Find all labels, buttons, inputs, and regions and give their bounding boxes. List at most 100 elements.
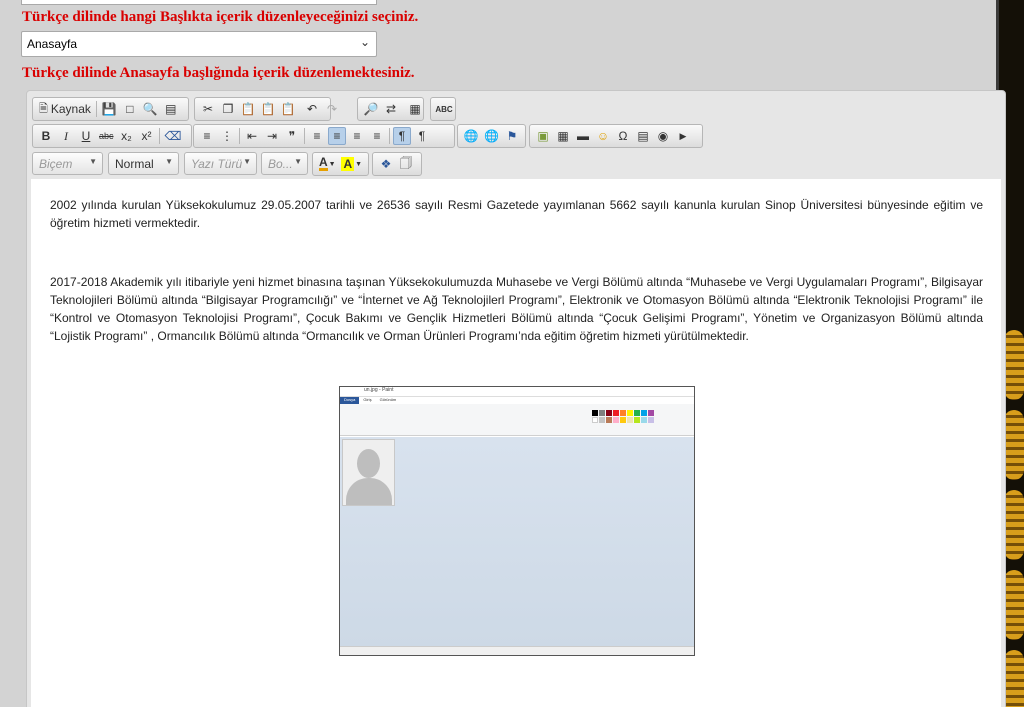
paste-text-icon[interactable]: 📋 <box>259 100 277 118</box>
special-char-icon[interactable]: Ω <box>614 127 632 145</box>
background-light <box>1004 570 1024 640</box>
ltr-icon[interactable]: ¶ <box>393 127 411 145</box>
subscript-button[interactable]: x₂ <box>118 127 136 145</box>
format-combo-label: Biçem <box>39 157 73 171</box>
dropdown-arrow-icon: ▼ <box>89 157 97 166</box>
paint-tab: Dosya <box>340 397 360 404</box>
bulleted-list-icon[interactable]: ⋮ <box>218 127 236 145</box>
cut-icon[interactable]: ✂ <box>199 100 217 118</box>
size-combo-label: Bo... <box>268 157 293 171</box>
title-select-value: Anasayfa <box>27 37 78 51</box>
replace-icon[interactable]: ⇄ <box>382 100 400 118</box>
paint-color-palette <box>592 410 654 423</box>
dropdown-arrow-icon: ▼ <box>165 157 173 166</box>
paste-icon[interactable]: 📋 <box>239 100 257 118</box>
background-light <box>1004 650 1024 707</box>
new-page-icon[interactable]: □ <box>121 100 139 118</box>
rtl-icon[interactable]: ¶ <box>413 127 431 145</box>
toolbar-group-insert: ▣ ▦ ▬ ☺ Ω ▤ ◉ ▶ <box>529 124 703 148</box>
iframe-icon[interactable]: ◉ <box>654 127 672 145</box>
superscript-button[interactable]: x² <box>138 127 156 145</box>
select-all-icon[interactable]: ▦ <box>406 100 424 118</box>
justify-icon[interactable]: ≡ <box>368 127 386 145</box>
numbered-list-icon[interactable]: ≡ <box>198 127 216 145</box>
text-color-button[interactable]: A ▼ <box>317 155 338 173</box>
font-combo[interactable]: Yazı Türü ▼ <box>184 152 257 175</box>
source-icon: 🗎 <box>39 102 48 115</box>
strike-button[interactable]: abc <box>97 127 116 145</box>
source-button[interactable]: 🗎 Kaynak <box>37 100 93 118</box>
toolbar-separator <box>389 128 390 144</box>
indent-icon[interactable]: ⇥ <box>263 127 281 145</box>
paint-ribbon <box>340 404 694 436</box>
background-light <box>1004 330 1024 400</box>
youtube-icon[interactable]: ▶ <box>674 127 692 145</box>
toolbar-group-clipboard: ✂ ❐ 📋 📋 📋 ↶ ↷ <box>194 97 337 121</box>
avatar-shoulders <box>346 478 392 505</box>
toolbar-group-tools: ❖ 🗍 <box>372 152 422 176</box>
save-icon[interactable]: 💾 <box>100 100 119 118</box>
redo-icon[interactable]: ↷ <box>323 100 341 118</box>
preview-icon[interactable]: 🔍 <box>141 100 160 118</box>
content-paragraph: 2017-2018 Akademik yılı itibariyle yeni … <box>50 275 983 343</box>
toolbar-group-spell: ABC <box>430 97 456 121</box>
blockquote-button[interactable]: ❞ <box>283 127 301 145</box>
italic-button[interactable]: I <box>57 127 75 145</box>
align-center-icon[interactable]: ≡ <box>328 127 346 145</box>
unlink-icon[interactable]: 🌐 <box>483 127 502 145</box>
avatar <box>342 439 395 506</box>
maximize-icon[interactable]: ❖ <box>377 155 395 173</box>
outdent-icon[interactable]: ⇤ <box>243 127 261 145</box>
paste-word-icon[interactable]: 📋 <box>279 100 297 118</box>
style-combo-label: Normal <box>115 157 154 171</box>
smiley-icon[interactable]: ☺ <box>594 127 612 145</box>
align-right-icon[interactable]: ≡ <box>348 127 366 145</box>
dropdown-arrow-icon: ▼ <box>294 157 302 166</box>
paint-tab: Görünüm <box>379 397 397 402</box>
anchor-icon[interactable]: ⚑ <box>503 127 521 145</box>
style-combo[interactable]: Normal ▼ <box>108 152 179 175</box>
undo-icon[interactable]: ↶ <box>303 100 321 118</box>
bg-color-button[interactable]: A ▼ <box>340 155 364 173</box>
dropdown-arrow-icon: ▼ <box>355 160 363 168</box>
table-icon[interactable]: ▦ <box>554 127 572 145</box>
editor-content-area[interactable]: 2002 yılında kurulan Yüksekokulumuz 29.0… <box>31 179 1001 707</box>
paint-ribbon-tabs: Dosya Giriş Görünüm <box>340 397 694 404</box>
background-light <box>1004 410 1024 480</box>
link-icon[interactable]: 🌐 <box>462 127 481 145</box>
align-left-icon[interactable]: ≡ <box>308 127 326 145</box>
embedded-screenshot-image[interactable]: un.jpg - Paint Dosya Giriş Görünüm <box>339 386 695 656</box>
remove-format-icon[interactable]: ⌫ <box>163 127 184 145</box>
find-icon[interactable]: 🔎 <box>362 100 380 118</box>
horizontal-line-icon[interactable]: ▬ <box>574 127 592 145</box>
dropdown-arrow-icon: ▼ <box>328 160 336 168</box>
toolbar-group-basicstyles: B I U abc x₂ x² ⌫ <box>32 124 192 148</box>
paint-status-bar <box>340 646 694 655</box>
copy-icon[interactable]: ❐ <box>219 100 237 118</box>
select-title-prompt: Türkçe dilinde hangi Başlıkta içerik düz… <box>22 9 419 25</box>
page-break-icon[interactable]: ▤ <box>634 127 652 145</box>
size-combo[interactable]: Bo... ▼ <box>261 152 308 175</box>
underline-button[interactable]: U <box>77 127 95 145</box>
text-color-label: A <box>318 155 328 171</box>
dropdown-arrow-icon: ▼ <box>243 157 251 166</box>
title-select[interactable]: Anasayfa ⌄ <box>21 31 377 57</box>
show-blocks-icon[interactable]: 🗍 <box>397 155 415 173</box>
previous-select-box[interactable] <box>21 0 377 5</box>
spellcheck-button[interactable]: ABC <box>435 100 453 118</box>
bold-button[interactable]: B <box>37 127 55 145</box>
toolbar-separator <box>304 128 305 144</box>
editing-title-prompt: Türkçe dilinde Anasayfa başlığında içeri… <box>22 65 415 81</box>
toolbar-separator <box>95 101 97 117</box>
toolbar-group-find: 🔎 ⇄ ▦ <box>357 97 424 121</box>
toolbar-group-paragraph: ≡ ⋮ ⇤ ⇥ ❞ ≡ ≡ ≡ ≡ ¶ ¶ <box>193 124 455 148</box>
rich-text-editor: 🗎 Kaynak 💾 □ 🔍 ▤ ✂ ❐ 📋 📋 📋 ↶ ↷ 🔎 ⇄ ▦ ABC… <box>26 90 1006 707</box>
background-light <box>1004 490 1024 560</box>
paint-title-bar: un.jpg - Paint <box>340 387 694 397</box>
font-combo-label: Yazı Türü <box>191 157 243 171</box>
image-icon[interactable]: ▣ <box>534 127 552 145</box>
format-combo[interactable]: Biçem ▼ <box>32 152 103 175</box>
toolbar-group-links: 🌐 🌐 ⚑ <box>457 124 526 148</box>
templates-icon[interactable]: ▤ <box>162 100 180 118</box>
bg-color-label: A <box>341 157 355 171</box>
